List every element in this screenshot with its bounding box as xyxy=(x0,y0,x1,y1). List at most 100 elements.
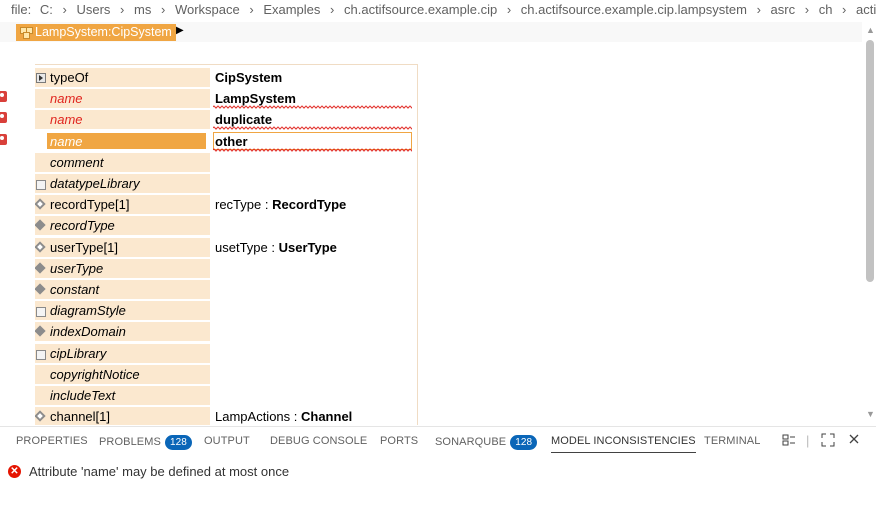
property-row[interactable]: comment xyxy=(35,152,417,173)
property-row[interactable]: name LampSystem xyxy=(35,88,417,109)
diamond-icon xyxy=(35,325,46,338)
diamond-plus-icon xyxy=(35,198,46,210)
property-cell[interactable]: typeOf xyxy=(35,68,210,87)
chevron-right-icon: › xyxy=(506,2,512,17)
chevron-right-icon: › xyxy=(120,2,125,17)
value-type-name: RecordType xyxy=(272,197,347,213)
tab-label: MODEL INCONSISTENCIES xyxy=(551,435,696,447)
diamond-plus-icon xyxy=(35,410,46,422)
tab-output[interactable]: OUTPUT xyxy=(204,435,250,447)
property-row[interactable]: cipLibrary xyxy=(35,343,417,364)
value-type-name: Channel xyxy=(301,409,353,425)
chevron-right-icon: › xyxy=(756,2,761,17)
property-cell[interactable]: constant xyxy=(35,280,210,299)
property-row[interactable]: datatypeLibrary xyxy=(35,173,417,194)
property-row[interactable]: recordType xyxy=(35,215,417,236)
scroll-up-arrow-icon[interactable]: ▲ xyxy=(866,25,875,35)
property-row[interactable]: userType xyxy=(35,258,417,279)
breadcrumb-item-project[interactable]: ch.actifsource.example.cip xyxy=(338,2,497,17)
error-marker-icon[interactable] xyxy=(0,112,7,124)
property-cell[interactable]: userType[1] xyxy=(35,237,210,257)
breadcrumb-item-examples[interactable]: Examples xyxy=(257,2,320,17)
property-label: channel[1] xyxy=(50,409,110,425)
expand-toggle-icon[interactable] xyxy=(36,73,46,83)
property-value[interactable]: CipSystem xyxy=(215,70,282,86)
tab-model-inconsistencies[interactable]: MODEL INCONSISTENCIES xyxy=(551,435,696,453)
tab-label: OUTPUT xyxy=(204,435,250,447)
property-row[interactable]: copyrightNotice xyxy=(35,364,417,385)
panel-tab-bar: PROPERTIES PROBLEMS 128 OUTPUT DEBUG CONS… xyxy=(0,427,876,457)
property-cell[interactable]: name xyxy=(35,131,210,151)
tab-properties[interactable]: PROPERTIES xyxy=(16,435,88,447)
property-cell[interactable]: recordType xyxy=(35,216,210,236)
property-value[interactable]: recType : RecordType xyxy=(215,197,346,213)
property-cell[interactable]: indexDomain xyxy=(35,322,210,342)
property-cell[interactable]: cipLibrary xyxy=(35,343,210,363)
property-row[interactable]: userType[1] usetType : UserType xyxy=(35,237,417,258)
property-row[interactable]: channel[1] LampActions : Channel xyxy=(35,406,417,425)
error-marker-icon[interactable] xyxy=(0,91,7,103)
tab-label: SONARQUBE xyxy=(435,436,507,448)
property-cell[interactable]: diagramStyle xyxy=(35,301,210,321)
breadcrumb-item-package[interactable]: ch.actifsource.example.cip.lampsystem xyxy=(515,2,747,17)
bottom-panel: PROPERTIES PROBLEMS 128 OUTPUT DEBUG CONS… xyxy=(0,426,876,507)
property-label: userType xyxy=(50,260,104,276)
maximize-panel-icon[interactable] xyxy=(821,433,835,450)
tab-label: PORTS xyxy=(380,435,419,447)
value-instance-name: usetType xyxy=(215,239,268,255)
property-value[interactable]: LampActions : Channel xyxy=(215,409,352,425)
breadcrumb-item-actifsource[interactable]: actifsource xyxy=(850,2,876,17)
panel-layout-icon[interactable] xyxy=(782,433,796,450)
property-label: includeText xyxy=(50,388,116,403)
property-label: name xyxy=(50,112,83,128)
breadcrumb-item-ch[interactable]: ch xyxy=(813,2,833,17)
tab-ports[interactable]: PORTS xyxy=(380,435,418,447)
value-type-name: UserType xyxy=(278,239,337,255)
property-row[interactable]: name other xyxy=(35,131,417,152)
property-cell[interactable]: datatypeLibrary xyxy=(35,174,210,193)
breadcrumb-item-drive[interactable]: C: xyxy=(35,2,53,17)
tab-problems[interactable]: PROBLEMS 128 xyxy=(99,435,192,450)
property-table: typeOf CipSystem name LampSystem name duplica… xyxy=(35,64,418,425)
property-label: recordType xyxy=(50,218,115,234)
close-panel-icon[interactable] xyxy=(848,433,860,448)
property-cell[interactable]: comment xyxy=(35,152,210,172)
property-cell[interactable]: copyrightNotice xyxy=(35,364,210,384)
property-cell[interactable]: recordType[1] xyxy=(35,195,210,215)
property-cell[interactable]: name xyxy=(35,89,210,109)
tab-terminal[interactable]: TERMINAL xyxy=(704,435,760,447)
property-label: userType[1] xyxy=(50,239,118,255)
sonarqube-count-badge: 128 xyxy=(510,435,538,450)
tab-sonarqube[interactable]: SONARQUBE 128 xyxy=(435,435,538,450)
property-label: name xyxy=(50,91,83,107)
property-cell[interactable]: includeText xyxy=(35,386,210,405)
property-row[interactable]: indexDomain xyxy=(35,321,417,342)
property-label: datatypeLibrary xyxy=(50,176,140,191)
property-row[interactable]: name duplicate xyxy=(35,109,417,130)
breadcrumb-item-file[interactable]: file: xyxy=(0,2,31,17)
property-row[interactable]: constant xyxy=(35,279,417,300)
property-value[interactable]: usetType : UserType xyxy=(215,240,337,256)
root-resource-chip[interactable]: LampSystem:CipSystem xyxy=(16,24,176,41)
error-marker-icon[interactable] xyxy=(0,133,7,145)
diamond-icon xyxy=(35,262,46,274)
problems-count-badge: 128 xyxy=(164,435,192,450)
property-row[interactable]: includeText xyxy=(35,385,417,406)
property-row[interactable]: typeOf CipSystem xyxy=(35,67,417,88)
breadcrumb-item-ms[interactable]: ms xyxy=(128,2,151,17)
problem-list-item[interactable]: ✕ Attribute 'name' may be defined at mos… xyxy=(8,461,289,481)
scroll-down-arrow-icon[interactable]: ▼ xyxy=(866,409,875,419)
property-row[interactable]: diagramStyle xyxy=(35,300,417,321)
property-row[interactable]: recordType[1] recType : RecordType xyxy=(35,194,417,215)
property-cell[interactable]: userType xyxy=(35,258,210,278)
breadcrumb-item-workspace[interactable]: Workspace xyxy=(169,2,240,17)
resource-icon xyxy=(19,26,33,39)
triangle-right-icon[interactable]: ▶ xyxy=(176,25,184,36)
breadcrumb-item-asrc[interactable]: asrc xyxy=(765,2,796,17)
vertical-scrollbar-thumb[interactable] xyxy=(866,40,874,282)
property-cell[interactable]: name xyxy=(35,110,210,130)
tab-debug-console[interactable]: DEBUG CONSOLE xyxy=(270,435,367,447)
breadcrumb-item-users[interactable]: Users xyxy=(70,2,110,17)
property-cell[interactable]: channel[1] xyxy=(35,407,210,425)
chevron-right-icon: › xyxy=(842,2,847,17)
